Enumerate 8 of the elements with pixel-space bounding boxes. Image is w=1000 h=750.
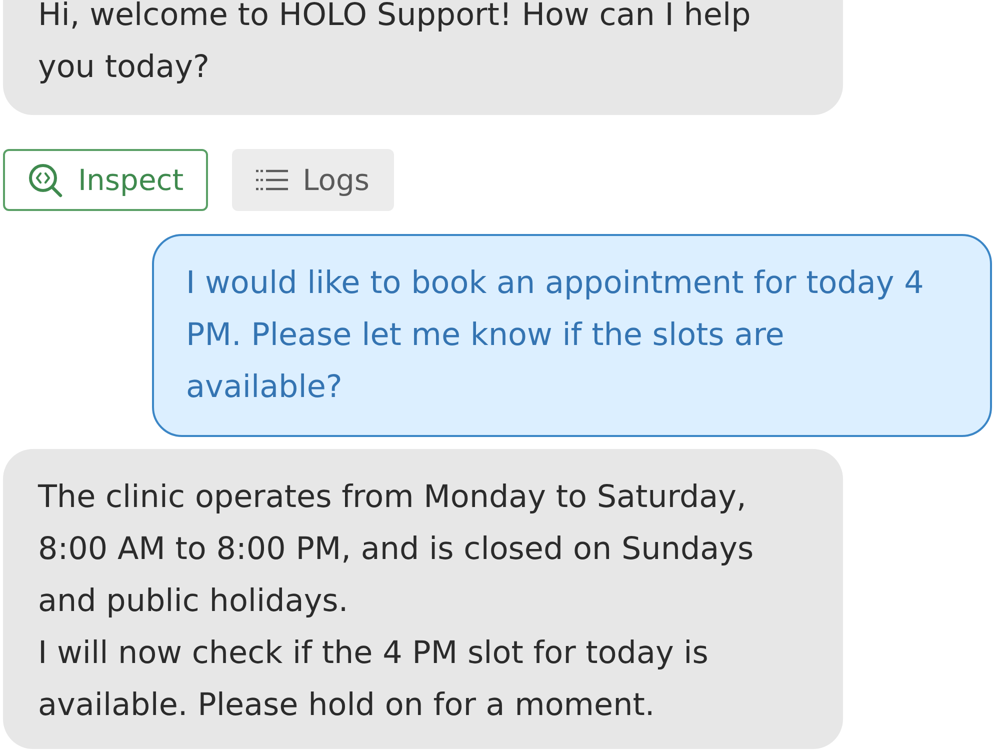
message-text: The clinic operates from Monday to Saturday, 8:00 AM to 8:00 PM, and is closed on Sundays and public holidays.	[38, 478, 755, 621]
inspect-button[interactable]: Inspect	[3, 149, 208, 211]
logs-button[interactable]: Logs	[232, 149, 394, 211]
magnifier-code-icon	[27, 162, 63, 198]
message-text: I would like to book an appointment for today 4 PM. Please let me know if the slots are available?	[186, 264, 925, 407]
list-icon	[256, 169, 288, 191]
message-text: Hi, welcome to HOLO Support! How can I help you today?	[38, 0, 752, 87]
message-text: I will now check if the 4 PM slot for today is available. Please hold on for a moment.	[38, 634, 710, 725]
